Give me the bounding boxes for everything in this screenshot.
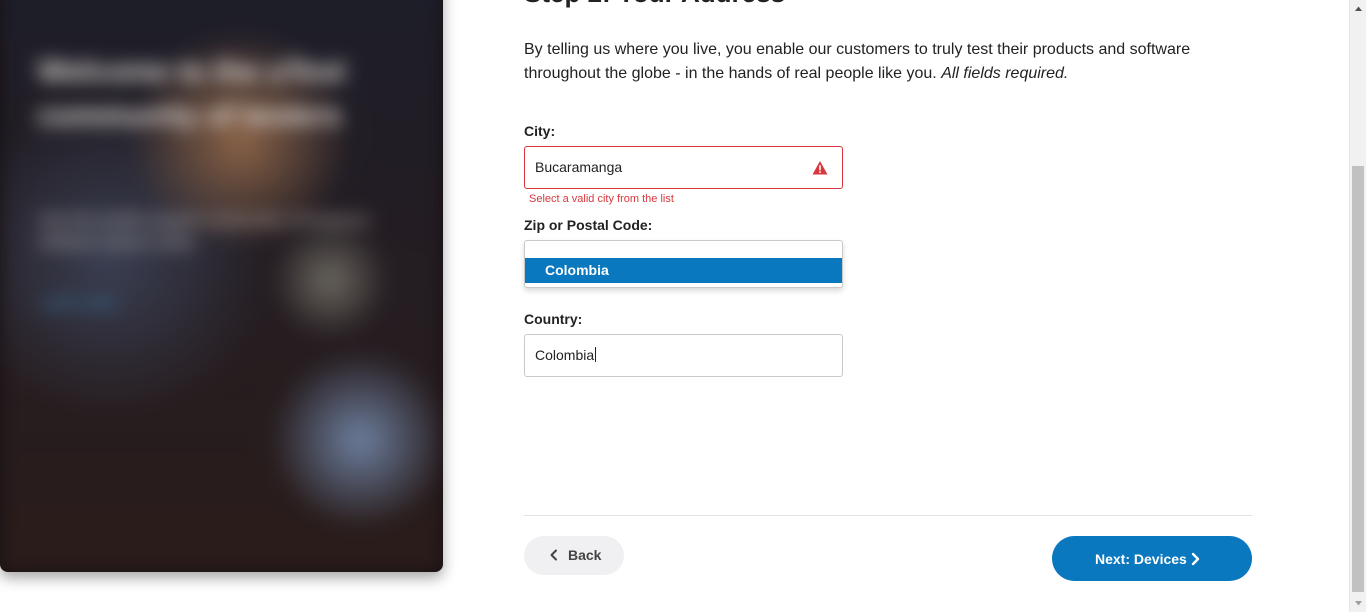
hero-link[interactable]: Learn more xyxy=(40,295,117,312)
country-input-value: Colombia xyxy=(535,347,597,363)
signup-form-content: Step 2: Your Address By telling us where… xyxy=(524,0,1254,612)
next-button-label: Next: Devices xyxy=(1095,551,1187,567)
hero-panel: Welcome to the uTest community of tester… xyxy=(0,0,443,572)
intro-paragraph: By telling us where you live, you enable… xyxy=(524,38,1224,86)
intro-required-note: All fields required. xyxy=(941,65,1069,82)
intro-text: By telling us where you live, you enable… xyxy=(524,41,1191,82)
chevron-left-icon xyxy=(550,549,557,561)
page: Welcome to the uTest community of tester… xyxy=(0,0,1366,612)
hero-title: Welcome to the uTest community of tester… xyxy=(38,55,346,132)
scroll-down-arrow-icon[interactable] xyxy=(1354,599,1363,608)
country-input[interactable]: Colombia xyxy=(524,334,843,377)
country-label: Country: xyxy=(524,311,583,327)
scrollbar-thumb[interactable] xyxy=(1352,166,1364,592)
footer-divider xyxy=(524,515,1252,516)
hero-subtitle: Join the world's largest community of fr… xyxy=(38,212,371,251)
scroll-up-arrow-icon[interactable] xyxy=(1354,4,1363,13)
city-input-value: Bucaramanga xyxy=(535,159,623,175)
city-error-message: Select a valid city from the list xyxy=(529,193,674,205)
next-devices-button[interactable]: Next: Devices xyxy=(1052,536,1252,581)
vertical-scrollbar[interactable] xyxy=(1349,0,1366,612)
back-button[interactable]: Back xyxy=(524,536,624,575)
back-button-label: Back xyxy=(568,547,602,563)
city-label: City: xyxy=(524,123,556,139)
dropdown-option-colombia[interactable]: Colombia xyxy=(525,258,842,283)
country-value-text: Colombia xyxy=(535,347,595,363)
autocomplete-dropdown: Colombia xyxy=(524,240,843,288)
warning-icon xyxy=(812,161,828,175)
chevron-right-icon xyxy=(1191,552,1200,566)
text-caret xyxy=(595,347,597,362)
city-input[interactable]: Bucaramanga xyxy=(524,146,843,189)
page-title: Step 2: Your Address xyxy=(524,0,785,9)
hero-blurred-content: Welcome to the uTest community of tester… xyxy=(0,0,443,572)
zip-label: Zip or Postal Code: xyxy=(524,217,653,233)
